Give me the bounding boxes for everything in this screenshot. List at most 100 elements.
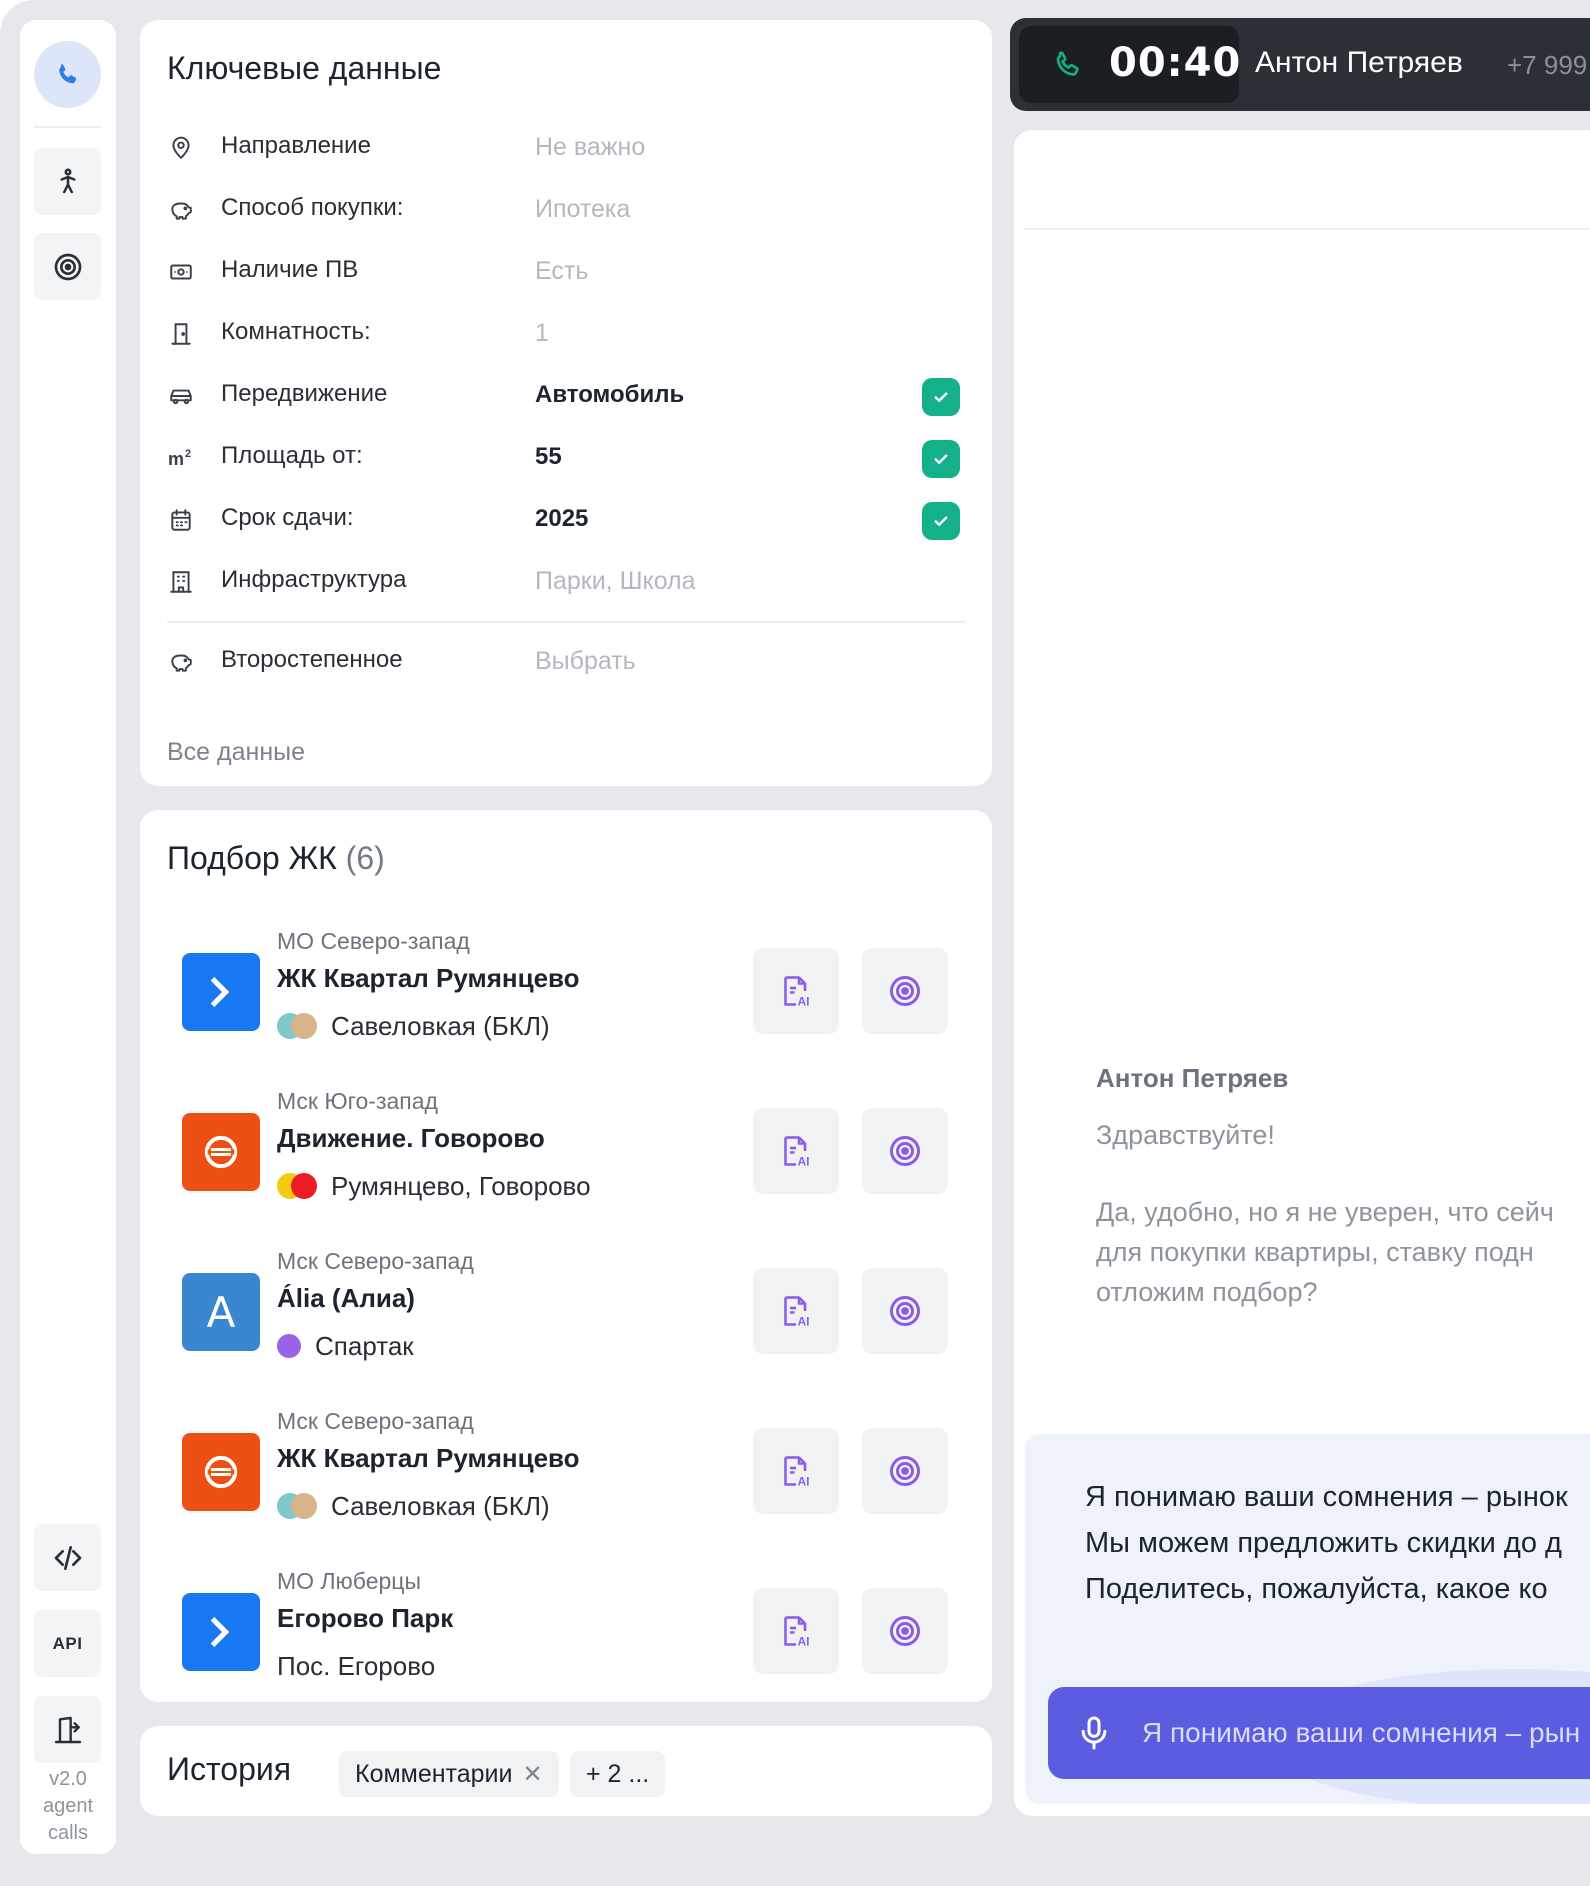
metro-info: Савеловкая (БКЛ) [277, 1490, 550, 1522]
chat-header-divider [1024, 228, 1590, 230]
piggy-bank-icon [167, 196, 195, 224]
call-timer-box: 00:40 [1019, 26, 1242, 103]
app-frame: API v2.0 agent calls Ключевые данные Нап… [0, 0, 1590, 1886]
filter-chip-comments[interactable]: Комментарии ✕ [339, 1751, 559, 1797]
ai-document-button[interactable]: AI [753, 948, 839, 1034]
all-data-link[interactable]: Все данные [167, 738, 305, 767]
microphone-icon [1081, 1716, 1107, 1750]
target-button[interactable] [862, 1108, 948, 1194]
key-row-infrastructure[interactable]: Инфраструктура Парки, Школа [167, 558, 967, 606]
target-icon [890, 1616, 920, 1646]
piggy-bank-icon [167, 648, 195, 676]
active-call-bar: 00:40 Антон Петряев +7 999 [1010, 18, 1590, 111]
calendar-icon [167, 506, 195, 534]
voice-suggestion-text: Я понимаю ваши сомнения – рын [1142, 1717, 1581, 1748]
chat-panel: Антон Петряев Здравствуйте! Да, удобно, … [1014, 130, 1590, 1816]
sidebar-walk-button[interactable] [34, 148, 101, 215]
voice-suggestion-button[interactable]: Я понимаю ваши сомнения – рын [1048, 1687, 1590, 1779]
zk-title: Подбор ЖК (6) [167, 840, 385, 876]
target-icon [890, 976, 920, 1006]
svg-text:AI: AI [798, 1314, 810, 1328]
sidebar-code-button[interactable] [34, 1524, 101, 1591]
suggestion-text: Я понимаю ваши сомнения – рынок Мы можем… [1085, 1481, 1568, 1605]
key-row-area[interactable]: m2 Площадь от: 55 [167, 434, 967, 482]
sidebar-separator [34, 126, 101, 128]
filter-chip-more[interactable]: + 2 ... [570, 1751, 666, 1797]
checkbox-checked-transport[interactable] [922, 378, 960, 416]
close-icon[interactable]: ✕ [522, 1760, 542, 1789]
zk-list-item[interactable]: МО Северо-запад ЖК Квартал Румянцево Сав… [167, 928, 967, 1068]
key-row-secondary[interactable]: Второстепенное Выбрать [167, 638, 967, 686]
target-button[interactable] [862, 1588, 948, 1674]
check-icon [934, 516, 948, 526]
key-row-down-payment[interactable]: Наличие ПВ Есть [167, 248, 967, 296]
api-label: API [52, 1633, 83, 1653]
caller-name: Антон Петряев [1255, 46, 1463, 79]
metro-info: Савеловкая (БКЛ) [277, 1010, 550, 1042]
zk-list-item[interactable]: Мск Северо-запад ЖК Квартал Румянцево Са… [167, 1408, 967, 1548]
metro-info: Спартак [277, 1330, 414, 1362]
key-row-rooms[interactable]: Комнатность: 1 [167, 310, 967, 358]
metro-line-dot [277, 1334, 301, 1358]
checkbox-checked-area[interactable] [922, 440, 960, 478]
message-line: Да, удобно, но я не уверен, что сейч [1096, 1197, 1554, 1227]
metro-line-dots [277, 1013, 317, 1039]
target-button[interactable] [862, 1428, 948, 1514]
building-icon [167, 568, 195, 596]
target-icon [890, 1136, 920, 1166]
check-icon [934, 392, 948, 402]
svg-text:AI: AI [798, 1154, 810, 1168]
s-logo-icon [182, 1433, 260, 1511]
a-logo-icon: A [182, 1273, 260, 1351]
door-icon [167, 320, 195, 348]
phone-icon [58, 63, 76, 83]
check-icon [934, 454, 948, 464]
sidebar-target-button[interactable] [34, 233, 101, 300]
caller-phone: +7 999 [1507, 50, 1588, 80]
target-icon [890, 1456, 920, 1486]
car-icon [167, 382, 195, 410]
metro-info: Пос. Егорово [277, 1650, 436, 1681]
metro-line-dots [277, 1493, 317, 1519]
location-pin-icon [167, 134, 195, 162]
target-icon [54, 253, 81, 280]
key-row-transport[interactable]: Передвижение Автомобиль [167, 372, 967, 420]
sidebar-api-button[interactable]: API [34, 1610, 101, 1677]
target-button[interactable] [862, 1268, 948, 1354]
sidebar: API v2.0 agent calls [20, 20, 116, 1854]
message-author: Антон Петряев [1096, 1063, 1289, 1093]
history-card: История Комментарии ✕ + 2 ... [140, 1726, 992, 1816]
svg-text:m: m [168, 449, 184, 469]
checkbox-checked-delivery[interactable] [922, 502, 960, 540]
message-greeting: Здравствуйте! [1096, 1120, 1275, 1150]
ai-document-icon: AI [784, 1456, 810, 1488]
exit-door-icon [54, 1716, 81, 1743]
zk-list-item[interactable]: A Мск Северо-запад Ália (Алиа) Спартак A… [167, 1248, 967, 1388]
key-row-purchase-method[interactable]: Способ покупки: Ипотека [167, 186, 967, 234]
ai-document-button[interactable]: AI [753, 1108, 839, 1194]
ai-document-icon: AI [784, 1296, 810, 1328]
ai-suggestion-panel: Я понимаю ваши сомнения – рынок Мы можем… [1025, 1434, 1590, 1804]
ai-document-icon: AI [784, 1616, 810, 1648]
key-data-title: Ключевые данные [167, 50, 442, 86]
target-button[interactable] [862, 948, 948, 1034]
ai-document-button[interactable]: AI [753, 1428, 839, 1514]
metro-info: Румянцево, Говорово [277, 1170, 591, 1202]
svg-text:2: 2 [185, 448, 191, 460]
walking-person-icon [60, 168, 75, 193]
svg-text:AI: AI [798, 1474, 810, 1488]
ai-document-button[interactable]: AI [753, 1588, 839, 1674]
key-row-direction[interactable]: Направление Не важно [167, 124, 967, 172]
ai-document-button[interactable]: AI [753, 1268, 839, 1354]
sidebar-logout-button[interactable] [34, 1696, 101, 1763]
money-icon [167, 258, 195, 286]
message-line: отложим подбор? [1096, 1277, 1318, 1307]
phone-call-button[interactable] [34, 41, 101, 108]
call-timer: 00:40 [1109, 40, 1242, 86]
zk-list-item[interactable]: МО Люберцы Егорово Парк Пос. Егорово AI [167, 1568, 967, 1708]
key-row-delivery-date[interactable]: Срок сдачи: 2025 [167, 496, 967, 544]
area-m2-icon: m2 [167, 444, 195, 472]
arrow-logo-icon [182, 953, 260, 1031]
zk-list-item[interactable]: Мск Юго-запад Движение. Говорово Румянце… [167, 1088, 967, 1228]
s-logo-icon [182, 1113, 260, 1191]
